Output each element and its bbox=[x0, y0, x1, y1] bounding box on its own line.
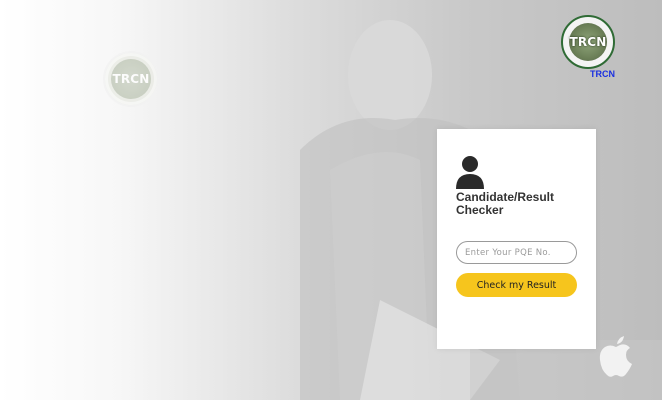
brand-name[interactable]: TRCN bbox=[590, 69, 615, 79]
trcn-logo-text: TRCN bbox=[569, 35, 607, 49]
pqe-number-input[interactable] bbox=[456, 241, 577, 264]
trcn-logo-emblem: TRCN bbox=[569, 23, 607, 61]
user-icon bbox=[456, 156, 484, 189]
watermark-logo: TRCN bbox=[103, 51, 159, 107]
watermark-logo-emblem: TRCN bbox=[111, 59, 151, 99]
watermark-logo-text: TRCN bbox=[112, 72, 150, 86]
apple-logo-icon bbox=[599, 336, 632, 377]
card-title: Candidate/Result Checker bbox=[456, 190, 555, 217]
trcn-logo[interactable]: TRCN bbox=[561, 15, 615, 69]
result-checker-card: Candidate/Result Checker Check my Result bbox=[437, 129, 596, 349]
check-result-button[interactable]: Check my Result bbox=[456, 273, 577, 297]
